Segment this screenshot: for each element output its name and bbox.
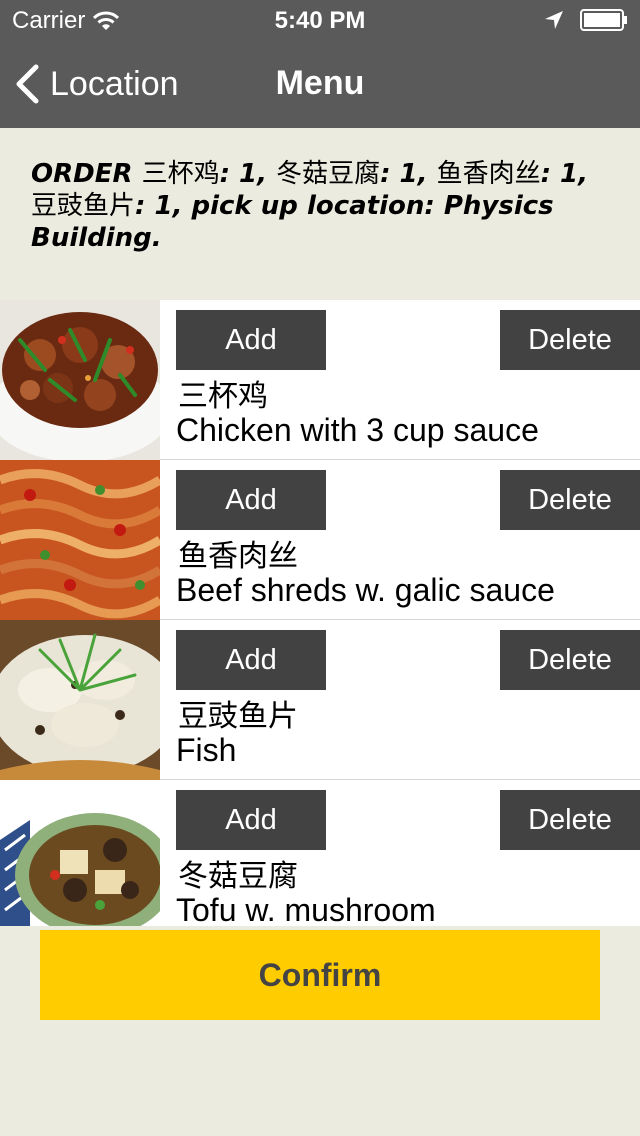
- order-item-qty: 1: [239, 159, 258, 189]
- order-item-qty: 1: [154, 191, 173, 221]
- order-item-sep: :: [219, 159, 240, 189]
- add-button[interactable]: Add: [176, 790, 326, 850]
- fish-dish-image: [0, 620, 160, 780]
- pickup-label: pick up location:: [191, 191, 444, 221]
- order-item-after: ,: [417, 159, 437, 189]
- add-button[interactable]: Add: [176, 630, 326, 690]
- navigation-bar: Location Menu: [0, 40, 640, 128]
- dish-name-english: Beef shreds w. galic sauce: [176, 572, 555, 608]
- add-button[interactable]: Add: [176, 470, 326, 530]
- order-item-sep: :: [540, 159, 561, 189]
- dish-name-english: Fish: [176, 732, 237, 768]
- status-bar: Carrier 5:40 PM: [0, 0, 640, 40]
- location-arrow-icon: [545, 11, 563, 29]
- order-suffix: .: [151, 223, 162, 253]
- order-item-name: 冬菇豆腐: [276, 159, 381, 189]
- order-item-name: 豆豉鱼片: [31, 191, 136, 221]
- beef-shreds-dish-image: [0, 460, 160, 620]
- nav-title: Menu: [275, 64, 365, 102]
- order-item-after: ,: [578, 159, 589, 189]
- add-button[interactable]: Add: [176, 310, 326, 370]
- tofu-dish-photo: [0, 780, 160, 926]
- delete-button[interactable]: Delete: [500, 470, 640, 530]
- header: Carrier 5:40 PM Location Menu: [0, 0, 640, 128]
- order-item-sep: :: [135, 191, 155, 221]
- dish-name-chinese: 冬菇豆腐: [178, 859, 298, 894]
- order-item-qty: 1: [560, 159, 579, 189]
- fish-dish-photo: [0, 620, 160, 780]
- menu-item: Add Delete 鱼香肉丝 Beef shreds w. galic sau…: [0, 460, 640, 620]
- order-item-sep: :: [380, 159, 400, 189]
- dish-name-chinese: 豆豉鱼片: [178, 699, 298, 734]
- delete-button[interactable]: Delete: [500, 790, 640, 850]
- dish-name-english: Tofu w. mushroom: [176, 892, 436, 926]
- battery-icon: [580, 9, 627, 31]
- confirm-button[interactable]: Confirm: [40, 930, 600, 1020]
- dish-name-chinese: 三杯鸡: [178, 379, 268, 414]
- dish-name-english: Chicken with 3 cup sauce: [176, 412, 539, 448]
- menu-item: Add Delete 冬菇豆腐 Tofu w. mushroom: [0, 780, 640, 926]
- menu-item: Add Delete 豆豉鱼片 Fish: [0, 620, 640, 780]
- dish-name-chinese: 鱼香肉丝: [178, 539, 298, 574]
- order-item-qty: 1: [399, 159, 418, 189]
- order-prefix: ORDER: [31, 159, 133, 189]
- order-item-name: 鱼香肉丝: [436, 159, 541, 189]
- delete-button[interactable]: Delete: [500, 310, 640, 370]
- order-item-after: ,: [257, 159, 277, 189]
- menu-item: Add Delete 三杯鸡 Chicken with 3 cup sauce: [0, 300, 640, 460]
- status-right: [528, 9, 628, 31]
- menu-list: Add Delete 三杯鸡 Chicken with 3 cup sauce …: [0, 300, 640, 926]
- chicken-dish-image: [0, 300, 160, 460]
- order-item-after: ,: [172, 191, 192, 221]
- tofu-dish-image: [0, 780, 160, 926]
- beef-shreds-dish-photo: [0, 460, 160, 620]
- order-summary: ORDER 三杯鸡: 1, 冬菇豆腐: 1, 鱼香肉丝: 1, 豆豉鱼片: 1,…: [31, 158, 611, 254]
- chicken-dish-photo: [0, 300, 160, 460]
- order-item-name: 三杯鸡: [141, 159, 220, 189]
- delete-button[interactable]: Delete: [500, 630, 640, 690]
